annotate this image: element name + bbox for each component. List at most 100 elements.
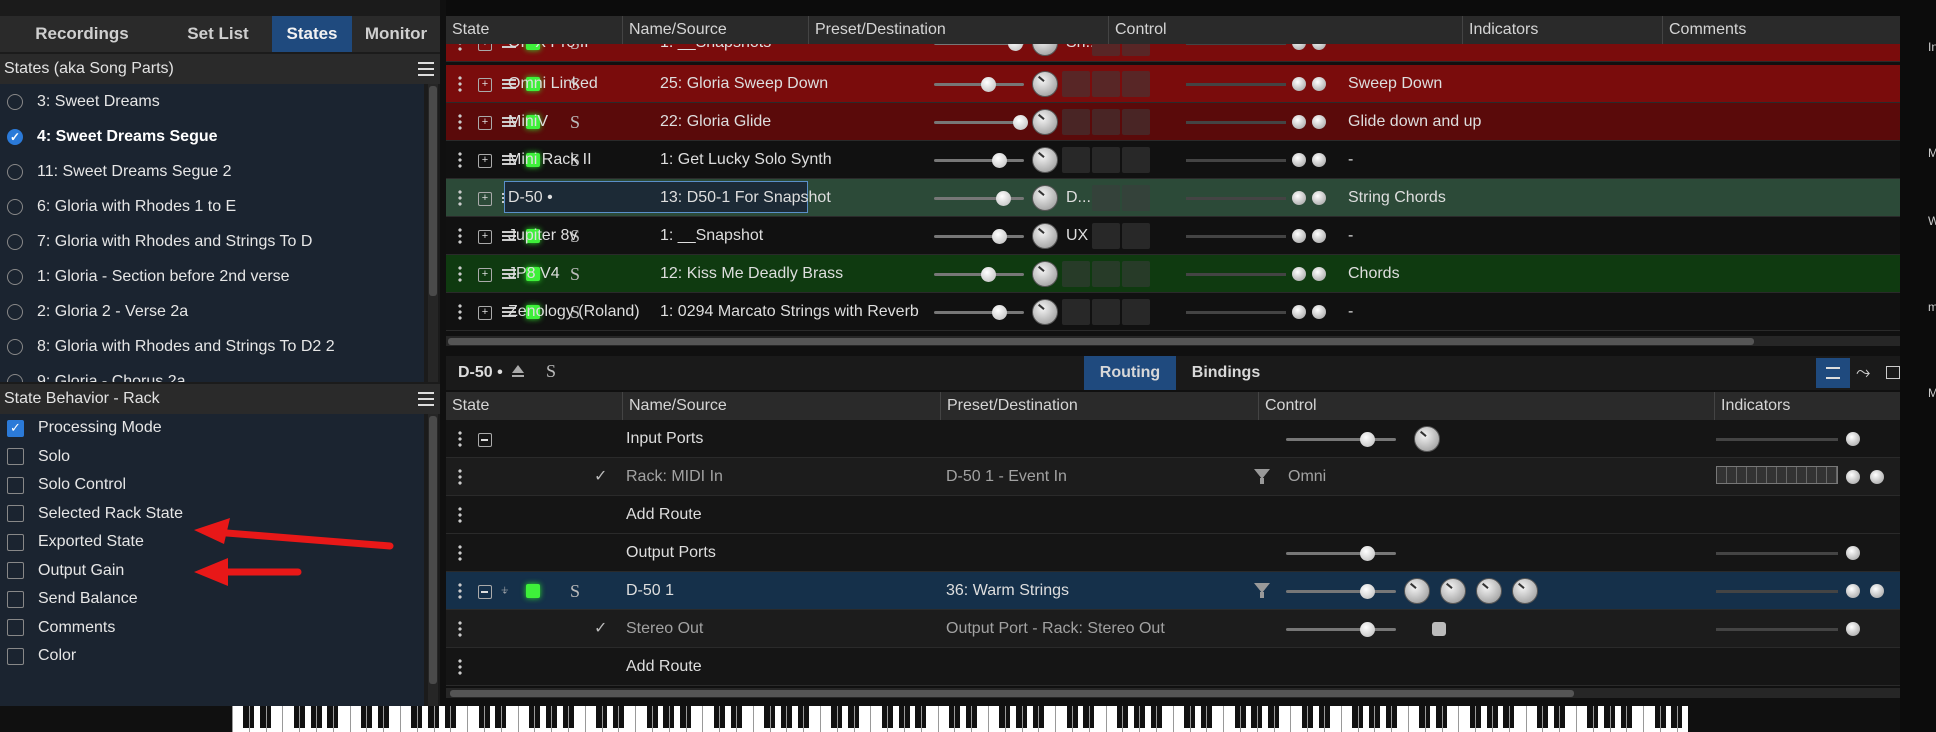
expand-icon[interactable]: + — [478, 192, 492, 206]
white-key[interactable] — [1660, 706, 1661, 732]
control-pad[interactable] — [1092, 223, 1120, 249]
expand-icon[interactable]: + — [478, 306, 492, 320]
control-pad[interactable] — [1122, 261, 1150, 287]
state-radio[interactable] — [7, 198, 23, 215]
routing-preset[interactable]: 36: Warm Strings — [946, 572, 1246, 610]
state-item[interactable]: 8: Gloria with Rhodes and Strings To D2 … — [0, 329, 424, 364]
tab-states[interactable]: States — [272, 16, 352, 52]
behavior-item[interactable]: Color — [0, 642, 424, 671]
routing-hscroll-thumb[interactable] — [450, 690, 1574, 697]
white-key[interactable] — [584, 706, 586, 732]
white-key[interactable] — [1240, 706, 1241, 732]
white-key[interactable] — [1492, 706, 1493, 732]
active-led-icon[interactable] — [526, 584, 540, 598]
filter-icon[interactable] — [1254, 583, 1270, 598]
routing-row[interactable]: ⍖ S D-50 1 36: Warm Strings — [446, 572, 1900, 610]
white-key[interactable] — [1458, 706, 1460, 732]
rack-preset[interactable]: 1: __Snapshot — [660, 217, 960, 255]
white-key[interactable] — [500, 706, 502, 732]
slider-thumb[interactable] — [996, 191, 1012, 206]
rack-hscroll-thumb[interactable] — [448, 338, 1754, 345]
volume-slider[interactable] — [934, 229, 1024, 244]
routing-row[interactable]: Add Route — [446, 648, 1900, 686]
state-radio[interactable] — [7, 303, 23, 320]
white-key[interactable] — [1004, 706, 1006, 732]
param-knob[interactable] — [1512, 578, 1538, 604]
behavior-checkbox[interactable] — [7, 533, 24, 551]
rack-comment[interactable]: Chords — [1348, 255, 1648, 293]
rack-preset[interactable]: 13: D50-1 For Snapshot — [660, 179, 960, 217]
expand-icon[interactable]: + — [478, 268, 492, 282]
rack-row[interactable]: + S Mini Rack II 1: Get Lucky Solo Synth - — [446, 141, 1900, 179]
routing-control[interactable]: Omni — [1288, 458, 1368, 496]
drag-handle-icon[interactable] — [458, 658, 462, 676]
white-key[interactable] — [971, 706, 973, 732]
pan-knob[interactable] — [1032, 147, 1058, 173]
control-pad[interactable] — [1122, 147, 1150, 173]
control-pad[interactable] — [1122, 299, 1150, 325]
menu-icon[interactable] — [418, 62, 434, 76]
white-key[interactable] — [769, 706, 771, 732]
white-key[interactable] — [820, 706, 821, 732]
rack-preset[interactable]: 25: Gloria Sweep Down — [660, 65, 960, 103]
control-pad[interactable] — [1092, 299, 1120, 325]
control-pad[interactable] — [1122, 109, 1150, 135]
white-key[interactable] — [299, 706, 301, 732]
drag-handle-icon[interactable] — [458, 506, 462, 524]
white-key[interactable] — [1088, 706, 1090, 732]
white-key[interactable] — [484, 706, 485, 732]
rack-preset[interactable]: 12: Kiss Me Deadly Brass — [660, 255, 960, 293]
white-key[interactable] — [1676, 706, 1678, 732]
rack-row[interactable]: + S Jupiter 8v 1: __Snapshot UX - — [446, 217, 1900, 255]
white-key[interactable] — [332, 706, 334, 732]
menu-icon[interactable] — [418, 392, 434, 406]
states-scroll-thumb[interactable] — [429, 86, 437, 296]
white-key[interactable] — [668, 706, 670, 732]
slider-thumb[interactable] — [991, 305, 1007, 320]
white-key[interactable] — [1508, 706, 1510, 732]
white-key[interactable] — [635, 706, 637, 732]
behavior-checkbox[interactable] — [7, 647, 24, 665]
solo-icon[interactable]: S — [570, 572, 580, 610]
routing-preset[interactable]: D-50 1 - Event In — [946, 458, 1246, 496]
routing-name[interactable]: Add Route — [626, 496, 926, 534]
white-key[interactable] — [1324, 706, 1325, 732]
tab-recordings[interactable]: Recordings — [0, 16, 164, 52]
state-item[interactable]: 9: Gloria - Chorus 2a — [0, 364, 424, 382]
volume-slider[interactable] — [934, 44, 1024, 51]
white-key[interactable] — [316, 706, 317, 732]
white-key[interactable] — [652, 706, 653, 732]
check-icon[interactable]: ✓ — [594, 458, 607, 496]
control-pad[interactable] — [1122, 71, 1150, 97]
drag-handle-icon[interactable] — [458, 582, 462, 600]
white-key[interactable] — [1273, 706, 1275, 732]
white-key[interactable] — [1105, 706, 1107, 732]
state-item[interactable]: 2: Gloria 2 - Verse 2a — [0, 294, 424, 329]
rack-comment[interactable]: String Chords — [1348, 179, 1648, 217]
white-key[interactable] — [1072, 706, 1073, 732]
white-key[interactable] — [803, 706, 805, 732]
solo-icon[interactable]: S — [546, 354, 556, 388]
white-key[interactable] — [1626, 706, 1628, 732]
white-key[interactable] — [265, 706, 267, 732]
white-key[interactable] — [1408, 706, 1409, 732]
state-radio[interactable] — [7, 93, 23, 110]
filter-icon[interactable] — [1254, 469, 1270, 484]
rack-comment[interactable]: - — [1348, 217, 1648, 255]
rack-row[interactable]: +SD-50 •13: D50-1 For SnapshotD...String… — [446, 179, 1900, 217]
behavior-item[interactable]: Solo Control — [0, 471, 424, 500]
white-key[interactable] — [1609, 706, 1611, 732]
white-key[interactable] — [248, 706, 250, 732]
white-key[interactable] — [786, 706, 788, 732]
white-key[interactable] — [1156, 706, 1157, 732]
control-pad[interactable] — [1062, 71, 1090, 97]
white-key[interactable] — [282, 706, 284, 732]
drag-handle-icon[interactable] — [458, 113, 462, 131]
white-key[interactable] — [887, 706, 889, 732]
white-key[interactable] — [467, 706, 469, 732]
routing-name[interactable]: Rack: MIDI In — [626, 458, 926, 496]
maximize-icon[interactable] — [1886, 366, 1900, 379]
rack-hscroll[interactable] — [446, 336, 1900, 346]
expand-icon[interactable]: + — [478, 230, 492, 244]
pan-knob[interactable] — [1414, 426, 1440, 452]
